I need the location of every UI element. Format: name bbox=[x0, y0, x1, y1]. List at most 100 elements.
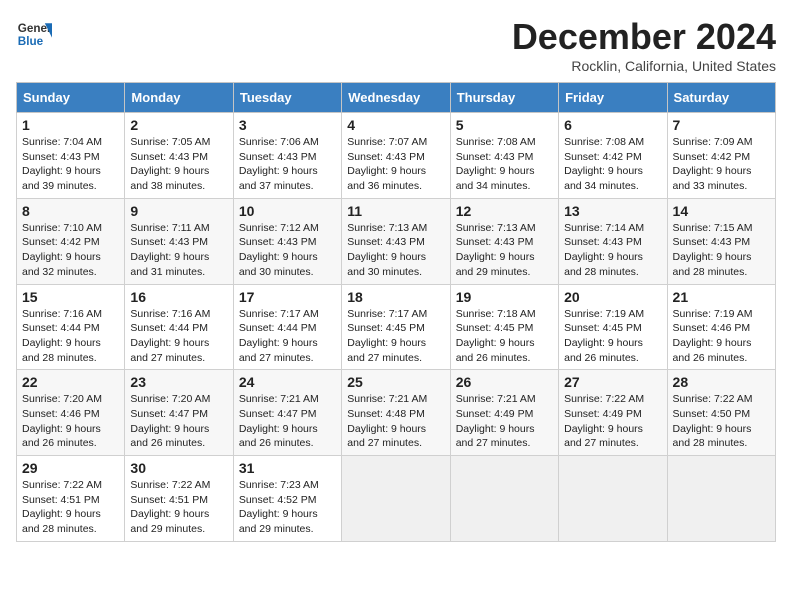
header-row: SundayMondayTuesdayWednesdayThursdayFrid… bbox=[17, 83, 776, 113]
day-number: 12 bbox=[456, 203, 553, 219]
day-info: Sunrise: 7:19 AMSunset: 4:45 PMDaylight:… bbox=[564, 308, 644, 364]
day-info: Sunrise: 7:22 AMSunset: 4:49 PMDaylight:… bbox=[564, 393, 644, 449]
day-info: Sunrise: 7:14 AMSunset: 4:43 PMDaylight:… bbox=[564, 222, 644, 278]
page-title: December 2024 bbox=[512, 16, 776, 58]
calendar-cell: 27 Sunrise: 7:22 AMSunset: 4:49 PMDaylig… bbox=[559, 370, 667, 456]
day-info: Sunrise: 7:20 AMSunset: 4:47 PMDaylight:… bbox=[130, 393, 210, 449]
day-number: 10 bbox=[239, 203, 336, 219]
day-number: 13 bbox=[564, 203, 661, 219]
day-info: Sunrise: 7:05 AMSunset: 4:43 PMDaylight:… bbox=[130, 136, 210, 192]
day-number: 8 bbox=[22, 203, 119, 219]
day-number: 24 bbox=[239, 374, 336, 390]
day-number: 1 bbox=[22, 117, 119, 133]
day-info: Sunrise: 7:15 AMSunset: 4:43 PMDaylight:… bbox=[673, 222, 753, 278]
day-number: 21 bbox=[673, 289, 770, 305]
calendar-cell: 11 Sunrise: 7:13 AMSunset: 4:43 PMDaylig… bbox=[342, 198, 450, 284]
day-info: Sunrise: 7:18 AMSunset: 4:45 PMDaylight:… bbox=[456, 308, 536, 364]
calendar-cell: 8 Sunrise: 7:10 AMSunset: 4:42 PMDayligh… bbox=[17, 198, 125, 284]
day-info: Sunrise: 7:04 AMSunset: 4:43 PMDaylight:… bbox=[22, 136, 102, 192]
calendar-cell: 2 Sunrise: 7:05 AMSunset: 4:43 PMDayligh… bbox=[125, 113, 233, 199]
week-row-3: 15 Sunrise: 7:16 AMSunset: 4:44 PMDaylig… bbox=[17, 284, 776, 370]
day-info: Sunrise: 7:16 AMSunset: 4:44 PMDaylight:… bbox=[22, 308, 102, 364]
calendar-cell: 30 Sunrise: 7:22 AMSunset: 4:51 PMDaylig… bbox=[125, 456, 233, 542]
col-header-saturday: Saturday bbox=[667, 83, 775, 113]
col-header-sunday: Sunday bbox=[17, 83, 125, 113]
calendar-cell: 9 Sunrise: 7:11 AMSunset: 4:43 PMDayligh… bbox=[125, 198, 233, 284]
day-number: 23 bbox=[130, 374, 227, 390]
calendar-cell: 16 Sunrise: 7:16 AMSunset: 4:44 PMDaylig… bbox=[125, 284, 233, 370]
logo-icon: General Blue bbox=[16, 16, 52, 52]
col-header-thursday: Thursday bbox=[450, 83, 558, 113]
day-number: 5 bbox=[456, 117, 553, 133]
calendar-cell: 18 Sunrise: 7:17 AMSunset: 4:45 PMDaylig… bbox=[342, 284, 450, 370]
calendar-cell: 25 Sunrise: 7:21 AMSunset: 4:48 PMDaylig… bbox=[342, 370, 450, 456]
day-number: 26 bbox=[456, 374, 553, 390]
calendar-cell: 4 Sunrise: 7:07 AMSunset: 4:43 PMDayligh… bbox=[342, 113, 450, 199]
calendar-cell: 5 Sunrise: 7:08 AMSunset: 4:43 PMDayligh… bbox=[450, 113, 558, 199]
col-header-wednesday: Wednesday bbox=[342, 83, 450, 113]
calendar-cell: 7 Sunrise: 7:09 AMSunset: 4:42 PMDayligh… bbox=[667, 113, 775, 199]
calendar-body: 1 Sunrise: 7:04 AMSunset: 4:43 PMDayligh… bbox=[17, 113, 776, 542]
logo: General Blue bbox=[16, 16, 52, 52]
day-info: Sunrise: 7:13 AMSunset: 4:43 PMDaylight:… bbox=[347, 222, 427, 278]
day-number: 17 bbox=[239, 289, 336, 305]
day-number: 29 bbox=[22, 460, 119, 476]
col-header-tuesday: Tuesday bbox=[233, 83, 341, 113]
day-info: Sunrise: 7:11 AMSunset: 4:43 PMDaylight:… bbox=[130, 222, 209, 278]
day-number: 4 bbox=[347, 117, 444, 133]
day-number: 19 bbox=[456, 289, 553, 305]
calendar-cell bbox=[667, 456, 775, 542]
day-info: Sunrise: 7:21 AMSunset: 4:47 PMDaylight:… bbox=[239, 393, 319, 449]
day-info: Sunrise: 7:23 AMSunset: 4:52 PMDaylight:… bbox=[239, 479, 319, 535]
day-number: 16 bbox=[130, 289, 227, 305]
calendar-cell bbox=[559, 456, 667, 542]
day-number: 31 bbox=[239, 460, 336, 476]
day-number: 7 bbox=[673, 117, 770, 133]
day-info: Sunrise: 7:19 AMSunset: 4:46 PMDaylight:… bbox=[673, 308, 753, 364]
calendar-cell: 17 Sunrise: 7:17 AMSunset: 4:44 PMDaylig… bbox=[233, 284, 341, 370]
calendar-cell: 22 Sunrise: 7:20 AMSunset: 4:46 PMDaylig… bbox=[17, 370, 125, 456]
day-info: Sunrise: 7:08 AMSunset: 4:43 PMDaylight:… bbox=[456, 136, 536, 192]
calendar-cell: 3 Sunrise: 7:06 AMSunset: 4:43 PMDayligh… bbox=[233, 113, 341, 199]
day-info: Sunrise: 7:20 AMSunset: 4:46 PMDaylight:… bbox=[22, 393, 102, 449]
calendar-cell: 6 Sunrise: 7:08 AMSunset: 4:42 PMDayligh… bbox=[559, 113, 667, 199]
calendar-cell: 14 Sunrise: 7:15 AMSunset: 4:43 PMDaylig… bbox=[667, 198, 775, 284]
day-info: Sunrise: 7:17 AMSunset: 4:44 PMDaylight:… bbox=[239, 308, 319, 364]
calendar-header: SundayMondayTuesdayWednesdayThursdayFrid… bbox=[17, 83, 776, 113]
day-info: Sunrise: 7:22 AMSunset: 4:51 PMDaylight:… bbox=[22, 479, 102, 535]
day-number: 11 bbox=[347, 203, 444, 219]
day-info: Sunrise: 7:21 AMSunset: 4:48 PMDaylight:… bbox=[347, 393, 427, 449]
day-info: Sunrise: 7:12 AMSunset: 4:43 PMDaylight:… bbox=[239, 222, 319, 278]
calendar-cell: 20 Sunrise: 7:19 AMSunset: 4:45 PMDaylig… bbox=[559, 284, 667, 370]
calendar-cell: 26 Sunrise: 7:21 AMSunset: 4:49 PMDaylig… bbox=[450, 370, 558, 456]
day-number: 27 bbox=[564, 374, 661, 390]
week-row-4: 22 Sunrise: 7:20 AMSunset: 4:46 PMDaylig… bbox=[17, 370, 776, 456]
day-number: 15 bbox=[22, 289, 119, 305]
calendar-cell: 29 Sunrise: 7:22 AMSunset: 4:51 PMDaylig… bbox=[17, 456, 125, 542]
day-number: 30 bbox=[130, 460, 227, 476]
week-row-2: 8 Sunrise: 7:10 AMSunset: 4:42 PMDayligh… bbox=[17, 198, 776, 284]
week-row-1: 1 Sunrise: 7:04 AMSunset: 4:43 PMDayligh… bbox=[17, 113, 776, 199]
calendar-cell bbox=[450, 456, 558, 542]
day-info: Sunrise: 7:21 AMSunset: 4:49 PMDaylight:… bbox=[456, 393, 536, 449]
week-row-5: 29 Sunrise: 7:22 AMSunset: 4:51 PMDaylig… bbox=[17, 456, 776, 542]
page-header: General Blue December 2024 Rocklin, Cali… bbox=[16, 16, 776, 74]
day-number: 3 bbox=[239, 117, 336, 133]
col-header-monday: Monday bbox=[125, 83, 233, 113]
title-block: December 2024 Rocklin, California, Unite… bbox=[512, 16, 776, 74]
day-info: Sunrise: 7:22 AMSunset: 4:50 PMDaylight:… bbox=[673, 393, 753, 449]
day-info: Sunrise: 7:08 AMSunset: 4:42 PMDaylight:… bbox=[564, 136, 644, 192]
day-number: 18 bbox=[347, 289, 444, 305]
day-info: Sunrise: 7:06 AMSunset: 4:43 PMDaylight:… bbox=[239, 136, 319, 192]
day-info: Sunrise: 7:09 AMSunset: 4:42 PMDaylight:… bbox=[673, 136, 753, 192]
page-subtitle: Rocklin, California, United States bbox=[512, 58, 776, 74]
day-info: Sunrise: 7:22 AMSunset: 4:51 PMDaylight:… bbox=[130, 479, 210, 535]
day-number: 9 bbox=[130, 203, 227, 219]
calendar-cell: 13 Sunrise: 7:14 AMSunset: 4:43 PMDaylig… bbox=[559, 198, 667, 284]
calendar-cell: 15 Sunrise: 7:16 AMSunset: 4:44 PMDaylig… bbox=[17, 284, 125, 370]
day-info: Sunrise: 7:17 AMSunset: 4:45 PMDaylight:… bbox=[347, 308, 427, 364]
day-number: 25 bbox=[347, 374, 444, 390]
day-number: 2 bbox=[130, 117, 227, 133]
day-info: Sunrise: 7:13 AMSunset: 4:43 PMDaylight:… bbox=[456, 222, 536, 278]
day-number: 20 bbox=[564, 289, 661, 305]
